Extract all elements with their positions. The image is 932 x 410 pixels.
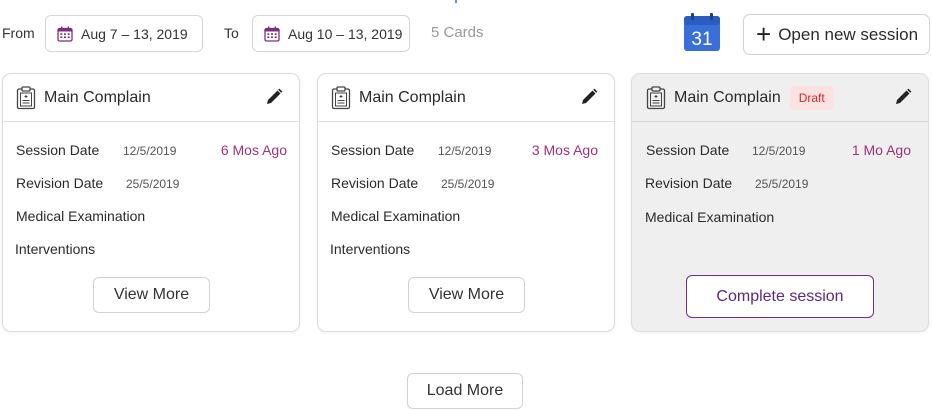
revision-date-row: Revision Date 25/5/2019 — [331, 175, 494, 191]
to-label: To — [224, 25, 239, 41]
card-title: Main Complain — [44, 88, 151, 106]
session-date-label: Session Date — [16, 142, 100, 158]
load-more-button[interactable]: Load More — [407, 373, 523, 409]
medical-examination-label: Medical Examination — [16, 208, 146, 224]
card-title: Main Complain — [674, 88, 781, 106]
plus-icon: + — [756, 18, 772, 49]
draft-badge: Draft — [789, 85, 834, 110]
session-date-value: 12/5/2019 — [438, 144, 492, 158]
session-date-row: Session Date 12/5/2019 — [646, 142, 805, 158]
card-header: Main Complain — [3, 74, 299, 122]
card-title: Main Complain — [359, 88, 466, 106]
interventions-label: Interventions — [330, 241, 411, 257]
from-date-picker[interactable]: Aug 7 – 13, 2019 — [45, 15, 203, 52]
revision-date-value: 25/5/2019 — [126, 177, 180, 191]
revision-date-row: Revision Date 25/5/2019 — [16, 175, 179, 191]
session-date-row: Session Date 12/5/2019 — [16, 142, 176, 158]
session-date-label: Session Date — [331, 142, 415, 158]
session-date-value: 12/5/2019 — [123, 144, 177, 158]
revision-date-label: Revision Date — [645, 175, 733, 191]
revision-date-row: Revision Date 25/5/2019 — [645, 175, 808, 191]
to-date-value: Aug 10 – 13, 2019 — [288, 25, 403, 42]
pencil-icon[interactable] — [265, 88, 283, 106]
to-date-picker[interactable]: Aug 10 – 13, 2019 — [252, 15, 410, 52]
session-card: Main Complain Session Date 12/5/2019 6 M… — [2, 73, 300, 332]
clipboard-icon — [646, 85, 666, 109]
time-ago: 1 Mo Ago — [851, 142, 911, 158]
session-card-draft: Main Complain Draft Session Date 12/5/20… — [631, 73, 929, 332]
revision-date-value: 25/5/2019 — [441, 177, 495, 191]
pencil-icon[interactable] — [580, 88, 598, 106]
medical-examination-label: Medical Examination — [645, 209, 775, 225]
time-ago: 6 Mos Ago — [220, 142, 287, 158]
interventions-label: Interventions — [15, 241, 96, 257]
filter-toolbar: From Aug 7 – 13, 2019 To Aug 10 – 13, 20 — [0, 12, 932, 55]
view-more-button[interactable]: View More — [93, 277, 210, 313]
calendar-icon — [264, 26, 280, 42]
medical-examination-label: Medical Examination — [331, 208, 461, 224]
time-ago: 3 Mos Ago — [531, 142, 598, 158]
clipboard-icon — [331, 85, 351, 109]
revision-date-label: Revision Date — [16, 175, 104, 191]
session-date-row: Session Date 12/5/2019 — [331, 142, 491, 158]
card-header: Main Complain — [318, 74, 614, 122]
calendar-day-number: 31 — [691, 29, 712, 50]
session-date-label: Session Date — [646, 142, 730, 158]
google-calendar-icon[interactable]: 31 — [682, 12, 722, 52]
session-date-value: 12/5/2019 — [752, 144, 806, 158]
complete-session-button[interactable]: Complete session — [686, 275, 874, 318]
clipboard-icon — [16, 85, 36, 109]
from-date-value: Aug 7 – 13, 2019 — [81, 25, 188, 42]
calendar-icon — [57, 26, 73, 42]
from-label: From — [2, 25, 35, 41]
view-more-button[interactable]: View More — [408, 277, 525, 313]
open-new-session-label: Open new session — [778, 24, 919, 44]
pencil-icon[interactable] — [894, 88, 912, 106]
cards-count: 5 Cards — [431, 24, 484, 41]
open-new-session-button[interactable]: + Open new session — [743, 14, 930, 55]
card-header: Main Complain Draft — [632, 74, 928, 122]
revision-date-value: 25/5/2019 — [755, 177, 809, 191]
revision-date-label: Revision Date — [331, 175, 419, 191]
top-indicator — [455, 0, 457, 3]
session-card: Main Complain Session Date 12/5/2019 3 M… — [317, 73, 615, 332]
